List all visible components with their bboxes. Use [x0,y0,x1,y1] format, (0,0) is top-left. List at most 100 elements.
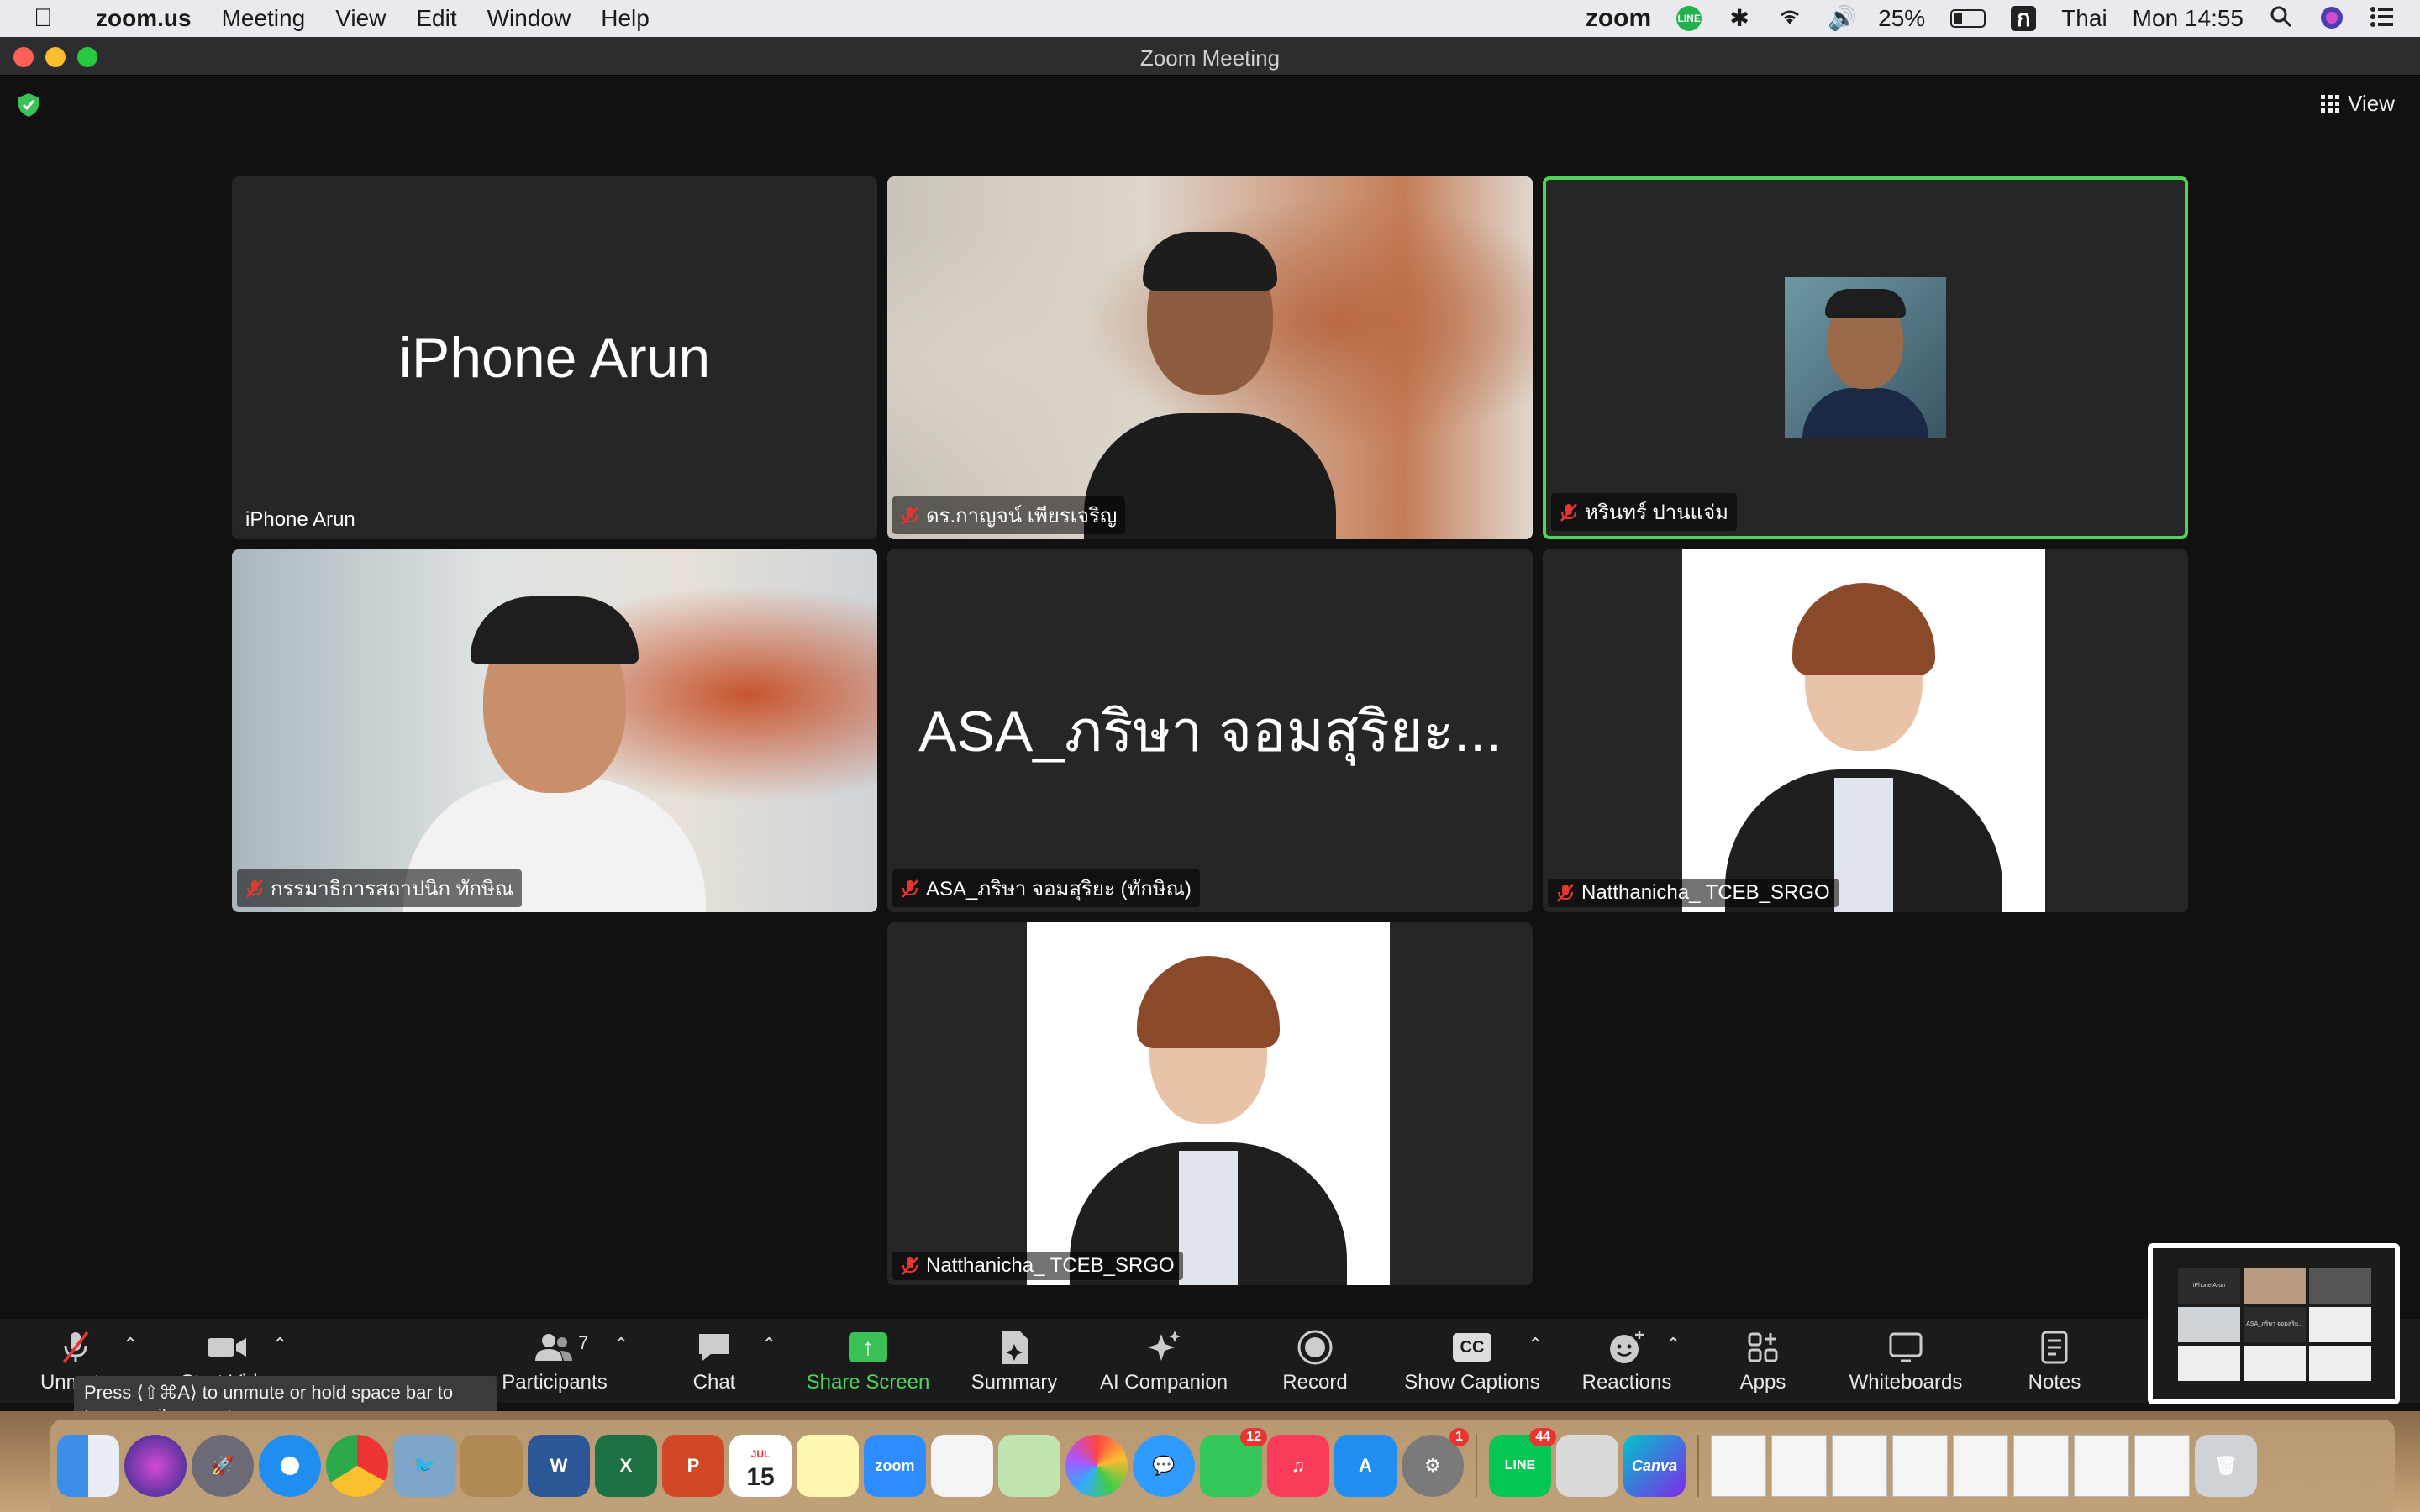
volume-icon[interactable]: 🔊 [1828,6,1857,31]
screen-thumbnail-preview[interactable]: iPhone Arun ASA_ภริษา จอมสุริย... [2148,1243,2400,1404]
summary-button[interactable]: Summary [966,1329,1062,1394]
recent-document-icon[interactable] [2013,1435,2069,1497]
chat-button[interactable]: Chat [681,1329,748,1394]
record-button[interactable]: Record [1269,1329,1361,1394]
notes-button[interactable]: Notes [2017,1329,2092,1394]
notes-icon [2041,1331,2068,1364]
recent-document-icon[interactable] [1953,1435,2008,1497]
audio-options-caret[interactable]: ⌃ [123,1334,138,1356]
video-tile-iphone-arun[interactable]: iPhone Arun iPhone Arun [232,176,877,539]
grid-view-icon [2321,94,2340,113]
reactions-options-caret[interactable]: ⌃ [1665,1334,1681,1356]
safari-icon[interactable] [259,1435,321,1497]
recent-document-icon[interactable] [1711,1435,1766,1497]
participants-options-caret[interactable]: ⌃ [613,1334,629,1356]
spotlight-search-icon[interactable] [2269,6,2294,31]
zoom-app-icon[interactable]: zoom [864,1435,926,1497]
siri-icon[interactable] [2319,6,2344,31]
maps-icon[interactable] [998,1435,1060,1497]
view-label: View [2348,91,2395,116]
chat-options-caret[interactable]: ⌃ [761,1334,776,1356]
video-tile-participant-3-active[interactable]: หรินทร์ ปานแจ่ม [1543,176,2188,539]
music-icon[interactable]: ♫ [1267,1435,1329,1497]
excel-icon[interactable]: X [595,1435,657,1497]
line-status-icon[interactable]: LINE [1676,6,1702,31]
menu-meeting[interactable]: Meeting [222,5,306,32]
menu-edit[interactable]: Edit [416,5,456,32]
thumbnail-grid: iPhone Arun ASA_ภริษา จอมสุริย... [2153,1248,2395,1399]
participant-name: ดร.กาญจน์ เพียรเจริญ [926,505,1118,528]
video-tile-participant-2[interactable]: ดร.กาญจน์ เพียรเจริญ [887,176,1533,539]
whiteboards-button[interactable]: Whiteboards [1839,1329,1973,1394]
share-screen-button[interactable]: ↑ Share Screen [797,1329,939,1394]
video-tile-participant-5[interactable]: ASA_ภริษา จอมสุริยะ... ASA_ภริษา จอมสุริ… [887,549,1533,912]
macos-dock: 🚀 🐦 W X P JUL 15 zoom 💬 12 ♫ A ⚙ 1 LINE 44 … [50,1420,2395,1512]
chrome-icon[interactable] [326,1435,388,1497]
menu-view[interactable]: View [335,5,386,32]
recent-document-icon[interactable] [2134,1435,2190,1497]
image-capture-icon[interactable] [1556,1435,1618,1497]
ai-companion-button[interactable]: AI Companion [1092,1329,1235,1394]
encryption-shield-icon[interactable] [17,92,40,118]
recent-document-icon[interactable] [1771,1435,1827,1497]
participant-name: Natthanicha_ TCEB_SRGO [926,1254,1175,1277]
menu-help[interactable]: Help [601,5,650,32]
zoom-status-item[interactable]: zoom [1586,4,1651,33]
battery-icon[interactable] [1950,9,1986,28]
apps-button[interactable]: Apps [1731,1329,1795,1394]
canva-icon[interactable]: Canva [1623,1435,1686,1497]
wifi-icon[interactable] [1777,6,1802,31]
input-source-icon[interactable]: ก [2011,6,2037,31]
video-tile-participant-6[interactable]: Natthanicha_ TCEB_SRGO [1543,549,2188,912]
messages-icon[interactable]: 💬 [1133,1435,1195,1497]
recent-document-icon[interactable] [2074,1435,2129,1497]
preview-icon[interactable]: 🐦 [393,1435,455,1497]
notification-center-icon[interactable] [2370,6,2395,31]
archive-icon[interactable] [460,1435,523,1497]
menu-window[interactable]: Window [487,5,571,32]
participant-name-tag: Natthanicha_ TCEB_SRGO [892,1252,1183,1280]
meeting-area: View iPhone Arun iPhone Arun ดร.กาญจน์ เ… [0,76,2420,1319]
photos-icon[interactable] [1065,1435,1128,1497]
app-store-icon[interactable]: A [1334,1435,1397,1497]
participants-button[interactable]: Participants [496,1329,613,1394]
reactions-button[interactable]: Reactions [1575,1329,1679,1394]
thumbnail-tile [2309,1307,2371,1342]
reminders-icon[interactable] [931,1435,993,1497]
recent-document-icon[interactable] [1892,1435,1948,1497]
siri-dock-icon[interactable] [124,1435,187,1497]
launchpad-icon[interactable]: 🚀 [192,1435,254,1497]
apple-menu-icon[interactable]:  [34,4,67,33]
system-preferences-icon[interactable]: ⚙ 1 [1402,1428,1469,1497]
notes-app-icon[interactable] [797,1435,859,1497]
view-button[interactable]: View [2321,91,2395,117]
chat-bubble-icon [699,1334,729,1361]
word-icon[interactable]: W [528,1435,590,1497]
trash-icon[interactable]: 🗑 [2195,1435,2257,1497]
share-arrow-icon: ↑ [849,1332,887,1362]
apps-icon [1748,1332,1778,1362]
participant-name-tag: กรรมาธิการสถาปนิก ทักษิณ [237,869,523,907]
person-hair [1143,232,1277,291]
bluetooth-icon[interactable]: ✱ [1727,6,1752,31]
video-options-caret[interactable]: ⌃ [272,1334,287,1356]
menubar-clock[interactable]: Mon 14:55 [2133,5,2244,32]
calendar-icon[interactable]: JUL 15 [729,1435,792,1497]
powerpoint-icon[interactable]: P [662,1435,724,1497]
participant-avatar [1785,277,1946,438]
line-badge: 44 [1529,1428,1556,1446]
finder-icon[interactable] [57,1435,119,1497]
participant-video [887,176,1533,539]
show-captions-button[interactable]: CC Show Captions [1400,1329,1544,1394]
facetime-icon[interactable]: 12 [1200,1428,1267,1497]
recent-document-icon[interactable] [1832,1435,1887,1497]
muted-mic-icon [902,879,918,898]
participant-photo [1027,922,1390,1285]
video-tile-participant-4[interactable]: กรรมาธิการสถาปนิก ทักษิณ [232,549,877,912]
thumbnail-tile [2244,1268,2306,1304]
captions-options-caret[interactable]: ⌃ [1528,1334,1543,1356]
app-menu[interactable]: zoom.us [96,5,192,32]
input-source-label[interactable]: Thai [2061,5,2107,32]
video-tile-participant-7[interactable]: Natthanicha_ TCEB_SRGO [887,922,1533,1285]
line-app-icon[interactable]: LINE 44 [1489,1428,1556,1497]
